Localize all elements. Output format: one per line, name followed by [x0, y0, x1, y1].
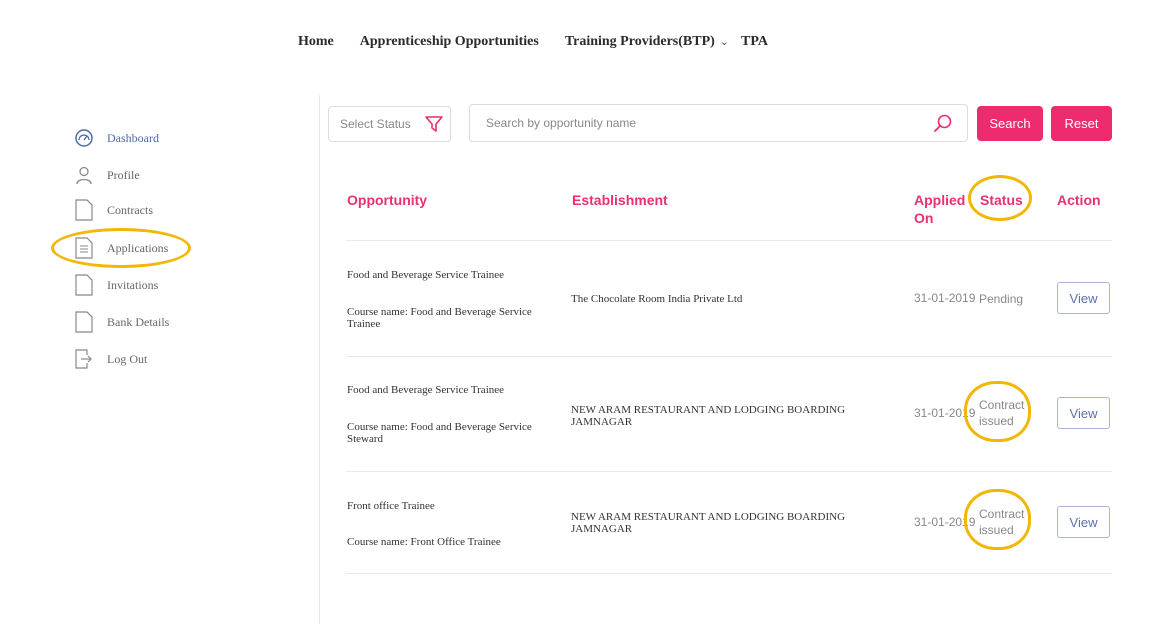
establishment-name-line1: NEW ARAM RESTAURANT AND LODGING BOARDING: [571, 511, 846, 523]
applied-on-date: 31-01-2019: [914, 515, 976, 529]
sidebar-item-label: Invitations: [107, 277, 159, 292]
search-box: [469, 104, 968, 142]
column-header-applied-on-line2: On: [914, 210, 934, 226]
status-text: Contract issued: [979, 506, 1024, 538]
search-icon[interactable]: [933, 113, 953, 133]
document-icon: [74, 274, 94, 296]
row-divider: [346, 573, 1112, 574]
sidebar-item-profile[interactable]: Profile: [74, 163, 140, 187]
dashboard-icon: [74, 127, 94, 149]
status-text-line2: issued: [979, 523, 1014, 537]
sidebar-item-invitations[interactable]: Invitations: [74, 273, 158, 297]
sidebar-item-label: Dashboard: [107, 130, 159, 145]
sidebar-item-dashboard[interactable]: Dashboard: [74, 126, 159, 150]
column-header-applied-on: Applied On: [914, 191, 965, 227]
sidebar-item-label: Log Out: [107, 351, 148, 366]
sidebar-item-log-out[interactable]: Log Out: [74, 347, 147, 371]
status-text-line1: Contract: [979, 398, 1025, 412]
nav-apprenticeship-opportunities[interactable]: Apprenticeship Opportunities: [360, 34, 539, 50]
logout-icon: [74, 348, 94, 370]
sidebar-item-label: Contracts: [107, 202, 153, 217]
course-name-line1: Course name: Food and Beverage Service: [347, 306, 532, 318]
sidebar-divider: [319, 95, 320, 624]
user-icon: [74, 164, 94, 186]
establishment-name-line2: JAMNAGAR: [571, 416, 633, 428]
nav-training-providers[interactable]: Training Providers(BTP) ⌄: [565, 34, 729, 50]
establishment-name-line2: JAMNAGAR: [571, 523, 633, 535]
column-header-establishment: Establishment: [572, 192, 668, 208]
sidebar-item-contracts[interactable]: Contracts: [74, 198, 153, 222]
document-icon: [74, 311, 94, 333]
applied-on-date: 31-01-2019: [914, 291, 976, 305]
sidebar: Dashboard Profile Contracts Applications…: [0, 0, 320, 624]
search-button[interactable]: Search: [977, 106, 1043, 141]
search-input[interactable]: [484, 115, 933, 131]
opportunity-name: Food and Beverage Service Trainee: [347, 269, 505, 281]
establishment-name-line1: NEW ARAM RESTAURANT AND LODGING BOARDING: [571, 404, 846, 416]
applied-on-date: 31-01-2019: [914, 406, 976, 420]
row-divider: [346, 356, 1112, 357]
document-lines-icon: [74, 237, 94, 259]
status-text-line1: Pending: [979, 292, 1024, 306]
view-button[interactable]: View: [1057, 282, 1110, 314]
status-filter-select[interactable]: Select Status: [328, 106, 451, 142]
top-navigation: Home Apprenticeship Opportunities Traini…: [298, 34, 794, 50]
status-text: Contract issued: [979, 397, 1024, 429]
course-name-line2: Trainee: [347, 318, 381, 330]
establishment-name-line1: The Chocolate Room India Private Ltd: [571, 293, 743, 305]
document-icon: [74, 199, 94, 221]
view-button[interactable]: View: [1057, 506, 1110, 538]
reset-button[interactable]: Reset: [1051, 106, 1112, 141]
status-text-line2: issued: [979, 414, 1014, 428]
status-text-line1: Contract: [979, 507, 1025, 521]
course-name-line2: Steward: [347, 433, 384, 445]
row-divider: [346, 471, 1112, 472]
sidebar-item-label: Applications: [107, 240, 169, 255]
course-name: Course name: Front Office Trainee: [347, 536, 501, 548]
column-header-status: Status: [980, 192, 1023, 208]
course-name: Course name: Food and Beverage Service T…: [347, 306, 532, 330]
opportunity-name: Food and Beverage Service Trainee: [347, 384, 505, 396]
chevron-down-icon: ⌄: [719, 36, 730, 48]
status-text: Pending: [979, 291, 1023, 307]
column-header-action: Action: [1057, 192, 1101, 208]
header-divider: [346, 240, 1112, 241]
course-name: Course name: Food and Beverage Service S…: [347, 421, 532, 445]
sidebar-item-label: Bank Details: [107, 314, 170, 329]
sidebar-item-bank-details[interactable]: Bank Details: [74, 310, 169, 334]
column-header-opportunity: Opportunity: [347, 192, 428, 208]
establishment-name: NEW ARAM RESTAURANT AND LODGING BOARDING…: [571, 404, 845, 428]
view-button[interactable]: View: [1057, 397, 1110, 429]
sidebar-item-applications[interactable]: Applications: [74, 236, 168, 260]
establishment-name: NEW ARAM RESTAURANT AND LODGING BOARDING…: [571, 511, 845, 535]
course-name-line1: Course name: Food and Beverage Service: [347, 421, 532, 433]
nav-tpa[interactable]: TPA: [741, 34, 768, 50]
status-filter-label: Select Status: [340, 117, 411, 131]
opportunity-name: Front office Trainee: [347, 500, 435, 512]
column-header-applied-on-line1: Applied: [914, 192, 966, 208]
course-name-line1: Course name: Front Office Trainee: [347, 536, 501, 548]
sidebar-item-label: Profile: [107, 167, 140, 182]
filter-icon: [424, 116, 443, 132]
establishment-name: The Chocolate Room India Private Ltd: [571, 293, 742, 305]
nav-training-providers-label: Training Providers(BTP): [564, 34, 715, 49]
